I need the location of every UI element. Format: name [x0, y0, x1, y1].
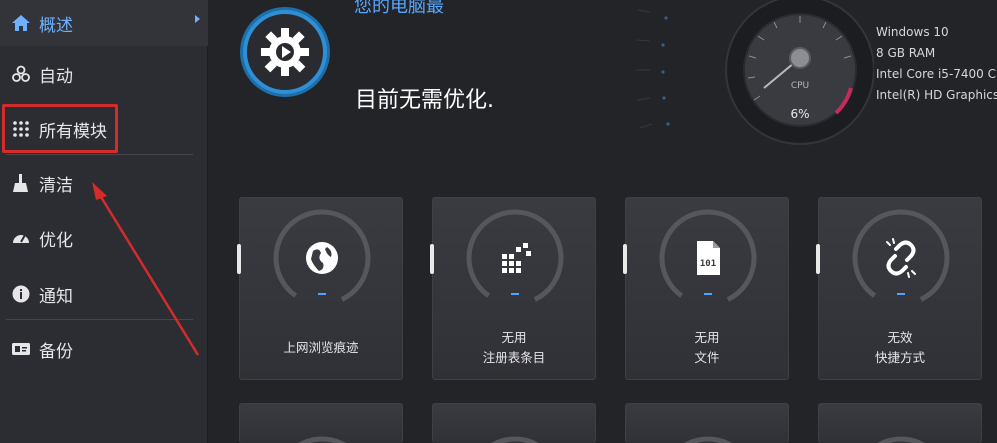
- tile-row2-1[interactable]: [239, 403, 403, 443]
- sidebar-item-label: 自动: [39, 66, 73, 87]
- tile-value: [897, 293, 905, 295]
- tile-useless-files[interactable]: 101 无用 文件: [623, 197, 789, 380]
- tile-value: [511, 293, 519, 295]
- system-info: Windows 10 8 GB RAM Intel Core i5-7400 C…: [876, 22, 997, 106]
- status-message: 目前无需优化.: [355, 88, 494, 113]
- tile-handle: [623, 244, 627, 274]
- gpu-info: Intel(R) HD Graphics 630: [876, 88, 997, 102]
- chevron-right-icon: [195, 15, 200, 23]
- backup-card-icon: [10, 338, 32, 360]
- ring-icon: [490, 436, 540, 443]
- tile-invalid-shortcuts[interactable]: 无效 快捷方式: [816, 197, 982, 380]
- tile-handle: [816, 244, 820, 274]
- sidebar-item-auto[interactable]: 自动: [0, 51, 208, 97]
- sidebar-item-label: 优化: [39, 230, 73, 251]
- sidebar-divider: [6, 319, 193, 320]
- tile-label-line2: 快捷方式: [874, 350, 925, 365]
- os-info: Windows 10: [876, 25, 949, 39]
- tile-row2-2[interactable]: [432, 403, 596, 443]
- gear-icon: [240, 7, 330, 97]
- sidebar-item-label: 清洁: [39, 175, 73, 196]
- sidebar-item-label: 概述: [39, 15, 73, 36]
- sidebar-item-backup[interactable]: 备份: [0, 326, 208, 372]
- cpu-info: Intel Core i5-7400 CPU: [876, 67, 997, 81]
- annotation-highlight-box: [2, 104, 118, 153]
- sidebar-item-notify[interactable]: 通知: [0, 271, 208, 317]
- sidebar-item-optimize[interactable]: 优化: [0, 215, 208, 261]
- tile-handle: [430, 244, 434, 274]
- gauge-label: CPU: [791, 81, 809, 91]
- page-title: 您的电脑最: [354, 0, 444, 17]
- tile-row2-3[interactable]: [625, 403, 789, 443]
- tile-row2-4[interactable]: [818, 403, 982, 443]
- ring-icon: [297, 436, 347, 443]
- sidebar-item-clean[interactable]: 清洁: [0, 160, 208, 206]
- sidebar-item-label: 通知: [39, 286, 73, 307]
- gauge-value: 6%: [790, 107, 809, 121]
- info-icon: [10, 283, 32, 305]
- sidebar: 概述 自动 所有模块 清洁 优化 通知 备份: [0, 0, 208, 443]
- tile-label-line1: 无效: [887, 330, 913, 345]
- sidebar-item-label: 备份: [39, 341, 73, 362]
- speedometer-icon: [10, 227, 32, 249]
- tile-label-line1: 无用: [694, 330, 720, 345]
- biohazard-icon: [10, 63, 32, 85]
- tile-label-line2: 注册表条目: [482, 350, 546, 365]
- tile-registry-entries[interactable]: 无用 注册表条目: [430, 197, 596, 380]
- sidebar-item-overview[interactable]: 概述: [0, 0, 208, 46]
- broom-icon: [10, 172, 32, 194]
- tile-label: 上网浏览痕迹: [283, 340, 359, 355]
- ring-icon: [876, 436, 926, 443]
- cpu-gauge: CPU 6%: [725, 0, 874, 145]
- tile-label-line1: 无用: [501, 330, 527, 345]
- tile-value: [704, 293, 712, 295]
- svg-text:101: 101: [700, 259, 716, 269]
- home-icon: [10, 12, 32, 34]
- tile-label-line2: 文件: [694, 350, 720, 365]
- sidebar-divider: [6, 154, 193, 155]
- decorative-dots: [635, 9, 670, 129]
- ram-info: 8 GB RAM: [876, 46, 936, 60]
- tile-value: [318, 293, 326, 295]
- tile-handle: [237, 244, 241, 274]
- tile-browser-traces[interactable]: 上网浏览痕迹: [237, 197, 403, 380]
- ring-icon: [683, 436, 733, 443]
